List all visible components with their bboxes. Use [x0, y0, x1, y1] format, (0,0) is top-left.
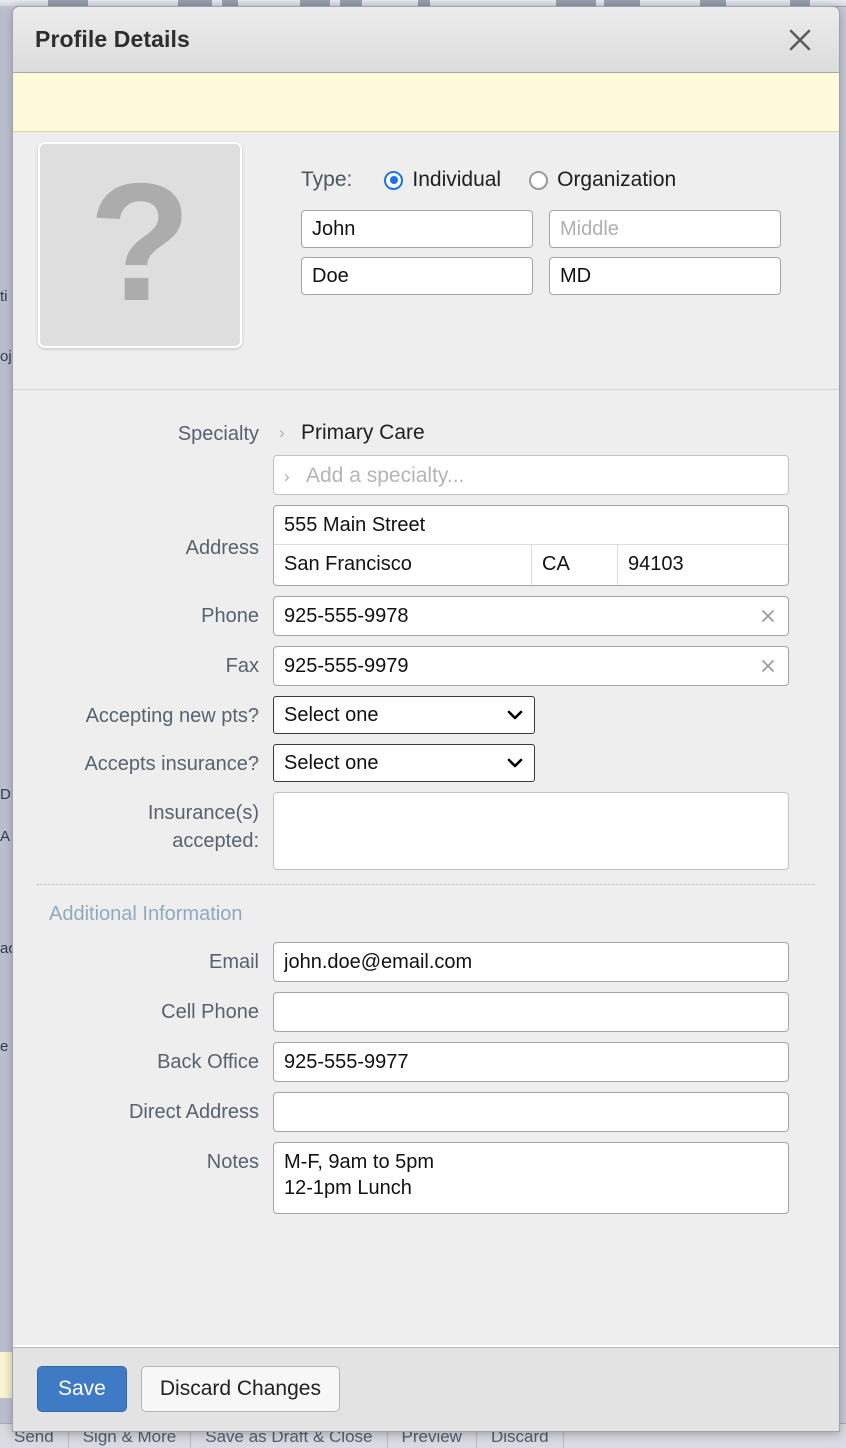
address-street-input[interactable]: 555 Main Street — [274, 506, 788, 546]
email-label: Email — [208, 951, 259, 974]
notes-line-1: M-F, 9am to 5pm — [284, 1151, 435, 1174]
accepts-insurance-select[interactable]: Select one — [273, 744, 535, 783]
first-name-input[interactable]: John — [301, 210, 533, 248]
phone-value: 925-555-9978 — [284, 604, 409, 627]
close-icon[interactable] — [783, 23, 817, 57]
question-mark-icon: ? — [88, 148, 192, 336]
direct-address-input[interactable] — [273, 1092, 789, 1133]
middle-name-input[interactable]: Middle — [549, 210, 781, 248]
row-accepts-insurance: Accepts insurance? Select one — [37, 744, 815, 783]
radio-icon-organization[interactable] — [529, 170, 549, 190]
clear-icon[interactable] — [758, 656, 778, 676]
radio-icon-individual[interactable] — [384, 170, 404, 190]
row-insurances-accepted: Insurance(s) accepted: — [37, 792, 815, 871]
direct-address-label: Direct Address — [128, 1101, 259, 1124]
phone-label: Phone — [201, 605, 259, 628]
notes-textarea[interactable]: M-F, 9am to 5pm 12-1pm Lunch — [273, 1142, 789, 1215]
row-cell-phone: Cell Phone — [37, 992, 815, 1033]
address-group: 555 Main Street San Francisco CA 94103 — [273, 505, 789, 587]
back-office-label: Back Office — [157, 1051, 259, 1074]
address-zip-input[interactable]: 94103 — [618, 545, 788, 585]
email-value: john.doe@email.com — [284, 950, 473, 973]
identity-section: ? Type: Individual Organization John Mid… — [13, 132, 839, 390]
type-selector: Type: Individual Organization — [301, 168, 704, 192]
page-title: Profile Details — [35, 26, 190, 52]
back-office-input[interactable]: 925-555-9977 — [273, 1042, 789, 1083]
radio-label-individual: Individual — [412, 168, 502, 191]
chevron-right-icon: › — [284, 467, 290, 487]
back-office-value: 925-555-9977 — [284, 1050, 409, 1073]
discard-changes-button[interactable]: Discard Changes — [140, 1366, 340, 1412]
accepting-new-patients-select[interactable]: Select one — [273, 696, 535, 735]
fax-input[interactable]: 925-555-9979 — [273, 646, 789, 687]
accepting-new-patients-label: Accepting new pts? — [85, 705, 259, 728]
name-fields: John Middle Doe MD — [301, 210, 813, 304]
row-notes: Notes M-F, 9am to 5pm 12-1pm Lunch — [37, 1142, 815, 1215]
phone-input[interactable]: 925-555-9978 — [273, 596, 789, 637]
radio-option-individual[interactable]: Individual — [384, 168, 501, 192]
cell-phone-input[interactable] — [273, 992, 789, 1033]
email-input[interactable]: john.doe@email.com — [273, 942, 789, 983]
dialog-footer: Save Discard Changes — [13, 1345, 839, 1431]
chevron-right-icon: › — [279, 423, 285, 443]
row-back-office: Back Office 925-555-9977 — [37, 1042, 815, 1083]
row-direct-address: Direct Address — [37, 1092, 815, 1133]
accepts-insurance-label: Accepts insurance? — [84, 753, 259, 776]
row-accepting-new-patients: Accepting new pts? Select one — [37, 696, 815, 735]
specialty-label: Specialty — [177, 423, 259, 445]
insurances-accepted-label-line1: Insurance(s) — [147, 802, 259, 825]
specialty-add-placeholder: Add a specialty... — [306, 464, 465, 488]
radio-option-organization[interactable]: Organization — [529, 168, 676, 192]
suffix-input[interactable]: MD — [549, 257, 781, 295]
chevron-down-icon — [506, 757, 524, 769]
fax-value: 925-555-9979 — [284, 654, 409, 677]
additional-information-heading: Additional Information — [49, 903, 243, 926]
row-fax: Fax 925-555-9979 — [37, 646, 815, 687]
notes-line-2: 12-1pm Lunch — [284, 1177, 412, 1200]
accepting-new-patients-value: Select one — [284, 703, 379, 726]
fax-label: Fax — [225, 655, 259, 678]
save-button[interactable]: Save — [37, 1366, 127, 1412]
profile-details-dialog: Profile Details ? Type: Individual Organ… — [12, 6, 840, 1432]
type-label: Type: — [301, 168, 353, 191]
insurances-accepted-input[interactable] — [273, 792, 789, 871]
dialog-body: ? Type: Individual Organization John Mid… — [13, 132, 839, 1345]
accepts-insurance-value: Select one — [284, 751, 379, 774]
specialty-current-item[interactable]: › Primary Care — [273, 414, 815, 452]
specialty-add-input[interactable]: › Add a specialty... — [273, 455, 789, 496]
row-email: Email john.doe@email.com — [37, 942, 815, 983]
insurances-accepted-label-line2: accepted: — [172, 830, 259, 853]
cell-phone-label: Cell Phone — [161, 1001, 259, 1024]
body-spacer — [13, 1246, 839, 1345]
row-specialty: Specialty › Primary Care › Add a specialty… — [37, 414, 815, 496]
last-name-input[interactable]: Doe — [301, 257, 533, 295]
address-label: Address — [185, 537, 259, 560]
notice-banner — [13, 73, 839, 132]
notes-label: Notes — [206, 1151, 259, 1174]
details-section: Specialty › Primary Care › Add a specialty… — [13, 390, 839, 1246]
radio-label-organization: Organization — [557, 168, 677, 191]
address-city-input[interactable]: San Francisco — [274, 545, 532, 586]
row-address: Address 555 Main Street San Francisco CA… — [37, 505, 815, 587]
address-state-input[interactable]: CA — [532, 545, 618, 586]
specialty-current-value: Primary Care — [301, 421, 425, 444]
row-phone: Phone 925-555-9978 — [37, 596, 815, 637]
insurances-accepted-label: Insurance(s) accepted: — [37, 792, 273, 855]
dialog-header: Profile Details — [13, 7, 839, 73]
chevron-down-icon — [506, 709, 524, 721]
avatar[interactable]: ? — [38, 142, 242, 348]
clear-icon[interactable] — [758, 606, 778, 626]
